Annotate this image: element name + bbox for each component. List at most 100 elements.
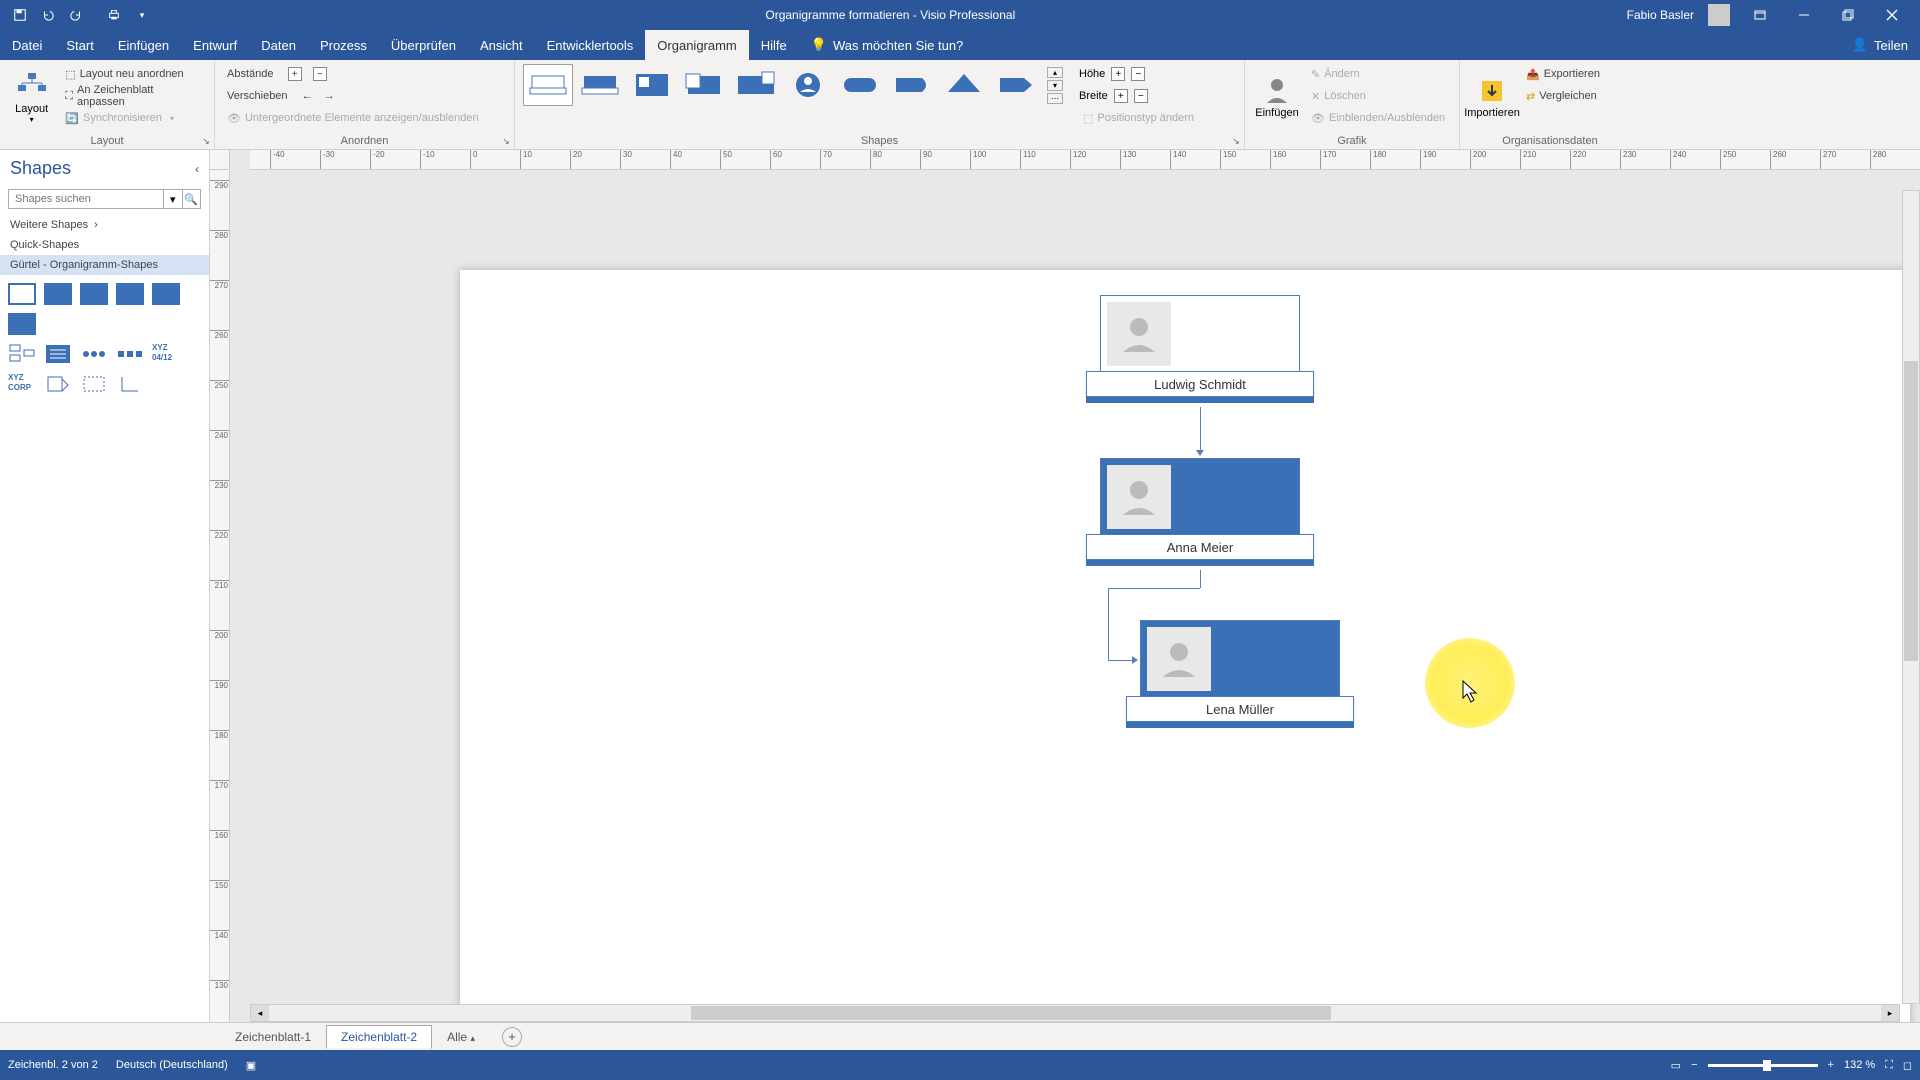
redo-icon[interactable] xyxy=(64,3,88,27)
stencil-shape[interactable] xyxy=(80,373,108,395)
more-shapes-link[interactable]: Weitere Shapes› xyxy=(0,215,209,235)
shape-style-2[interactable] xyxy=(575,64,625,106)
scroll-right-icon[interactable]: ▸ xyxy=(1881,1005,1899,1021)
stencil-shape[interactable] xyxy=(116,283,144,305)
insert-picture-button[interactable]: Einfügen xyxy=(1253,64,1301,130)
zoom-level[interactable]: 132 % xyxy=(1844,1059,1875,1071)
shape-style-3[interactable] xyxy=(627,64,677,106)
horizontal-scrollbar[interactable]: ◂ ▸ xyxy=(250,1004,1900,1022)
org-node-1[interactable]: Ludwig Schmidt xyxy=(1100,295,1300,373)
search-dropdown-icon[interactable]: ▾ xyxy=(164,189,183,209)
move-right-icon[interactable]: → xyxy=(324,90,335,102)
showhide-picture-button[interactable]: 👁Einblenden/Ausblenden xyxy=(1307,108,1449,128)
drawing-surface[interactable]: Ludwig Schmidt Anna Meier xyxy=(230,170,1920,1022)
shape-style-5[interactable] xyxy=(731,64,781,106)
dialog-launcher-arrange[interactable]: ↘ xyxy=(500,135,512,147)
height-plus[interactable]: + xyxy=(1111,67,1125,81)
tab-start[interactable]: Start xyxy=(54,30,105,60)
spacing-button[interactable]: Abstände + − xyxy=(223,64,483,84)
fit-page-button[interactable]: ⛶An Zeichenblatt anpassen xyxy=(61,86,206,106)
tab-ueberpruefen[interactable]: Überprüfen xyxy=(379,30,468,60)
org-node-3[interactable]: Lena Müller xyxy=(1140,620,1340,698)
stencil-shape[interactable] xyxy=(80,283,108,305)
scroll-left-icon[interactable]: ◂ xyxy=(251,1005,269,1021)
shape-style-1[interactable] xyxy=(523,64,573,106)
save-icon[interactable] xyxy=(8,3,32,27)
add-sheet-button[interactable]: + xyxy=(502,1027,522,1047)
quick-shapes-link[interactable]: Quick-Shapes xyxy=(0,235,209,255)
shape-style-8[interactable] xyxy=(887,64,937,106)
tab-einfuegen[interactable]: Einfügen xyxy=(106,30,181,60)
collapse-panel-icon[interactable]: ‹ xyxy=(195,162,199,176)
shape-style-4[interactable] xyxy=(679,64,729,106)
move-button[interactable]: Verschieben ← → xyxy=(223,86,483,106)
shape-style-10[interactable] xyxy=(991,64,1041,106)
dialog-launcher-shapes[interactable]: ↘ xyxy=(1230,135,1242,147)
layout-button[interactable]: Layout ▾ xyxy=(8,64,55,130)
shape-style-7[interactable] xyxy=(835,64,885,106)
dialog-launcher-layout[interactable]: ↘ xyxy=(200,135,212,147)
tab-entwurf[interactable]: Entwurf xyxy=(181,30,249,60)
qat-more-icon[interactable]: ▾ xyxy=(130,3,154,27)
quickprint-icon[interactable] xyxy=(102,3,126,27)
minimize-icon[interactable] xyxy=(1784,0,1824,30)
shape-style-9[interactable] xyxy=(939,64,989,106)
sheet-tab-2[interactable]: Zeichenblatt-2 xyxy=(326,1025,432,1049)
export-button[interactable]: 📤Exportieren xyxy=(1522,64,1604,84)
close-icon[interactable] xyxy=(1872,0,1912,30)
org-node-2[interactable]: Anna Meier xyxy=(1100,458,1300,536)
vertical-scrollbar[interactable] xyxy=(1902,190,1920,1004)
gallery-more-icon[interactable]: ⋯ xyxy=(1047,93,1063,104)
sync-button[interactable]: 🔄Synchronisieren▾ xyxy=(61,108,206,128)
zoom-in-icon[interactable]: + xyxy=(1828,1059,1834,1071)
shapes-search-input[interactable] xyxy=(8,189,164,209)
change-picture-button[interactable]: ✎Ändern xyxy=(1307,64,1449,84)
stencil-shape[interactable] xyxy=(8,343,36,365)
user-avatar[interactable] xyxy=(1708,4,1730,26)
tab-prozess[interactable]: Prozess xyxy=(308,30,379,60)
shape-style-6[interactable] xyxy=(783,64,833,106)
presentation-mode-icon[interactable]: ▭ xyxy=(1671,1059,1681,1072)
status-language[interactable]: Deutsch (Deutschland) xyxy=(116,1059,228,1071)
toggle-subordinates-button[interactable]: 👁Untergeordnete Elemente anzeigen/ausble… xyxy=(223,108,483,128)
tab-organigramm[interactable]: Organigramm xyxy=(645,30,748,60)
stencil-shape[interactable] xyxy=(44,373,72,395)
tab-hilfe[interactable]: Hilfe xyxy=(749,30,799,60)
tab-datei[interactable]: Datei xyxy=(0,30,54,60)
tab-ansicht[interactable]: Ansicht xyxy=(468,30,535,60)
stencil-shape[interactable] xyxy=(116,373,144,395)
pan-zoom-icon[interactable]: ◻ xyxy=(1903,1059,1912,1072)
import-button[interactable]: Importieren xyxy=(1468,64,1516,130)
stencil-shape[interactable] xyxy=(116,343,144,365)
sheet-tab-all[interactable]: Alle ▴ xyxy=(432,1025,490,1049)
share-button[interactable]: Teilen xyxy=(1874,38,1908,53)
undo-icon[interactable] xyxy=(36,3,60,27)
tellme-search[interactable]: 💡 Was möchten Sie tun? xyxy=(811,37,964,53)
stencil-shape[interactable] xyxy=(44,343,72,365)
stencil-shape[interactable]: XYZCORP xyxy=(8,373,36,395)
delete-picture-button[interactable]: ✕Löschen xyxy=(1307,86,1449,106)
relayout-button[interactable]: ⬚Layout neu anordnen xyxy=(61,64,206,84)
search-go-icon[interactable]: 🔍 xyxy=(183,189,202,209)
zoom-slider[interactable] xyxy=(1708,1064,1818,1067)
stencil-shape[interactable]: XYZ04/12 xyxy=(152,343,180,365)
sheet-tab-1[interactable]: Zeichenblatt-1 xyxy=(220,1025,326,1049)
macro-record-icon[interactable]: ▣ xyxy=(246,1059,256,1072)
hscroll-thumb[interactable] xyxy=(691,1006,1331,1020)
compare-button[interactable]: ⇄Vergleichen xyxy=(1522,86,1604,106)
move-left-icon[interactable]: ← xyxy=(302,90,313,102)
ribbon-display-icon[interactable] xyxy=(1740,0,1780,30)
gallery-up-icon[interactable]: ▴ xyxy=(1047,67,1063,78)
tab-daten[interactable]: Daten xyxy=(249,30,308,60)
stencil-shape[interactable] xyxy=(8,283,36,305)
gallery-down-icon[interactable]: ▾ xyxy=(1047,80,1063,91)
stencil-shape[interactable] xyxy=(152,283,180,305)
stencil-shape[interactable] xyxy=(8,313,36,335)
zoom-out-icon[interactable]: − xyxy=(1691,1059,1697,1071)
stencil-shape[interactable] xyxy=(44,283,72,305)
fit-window-icon[interactable]: ⛶ xyxy=(1885,1059,1893,1072)
height-minus[interactable]: − xyxy=(1131,67,1145,81)
vscroll-thumb[interactable] xyxy=(1904,361,1918,661)
stencil-organigramm[interactable]: Gürtel - Organigramm-Shapes xyxy=(0,255,209,275)
shape-style-gallery[interactable]: ▴ ▾ ⋯ xyxy=(523,64,1063,106)
